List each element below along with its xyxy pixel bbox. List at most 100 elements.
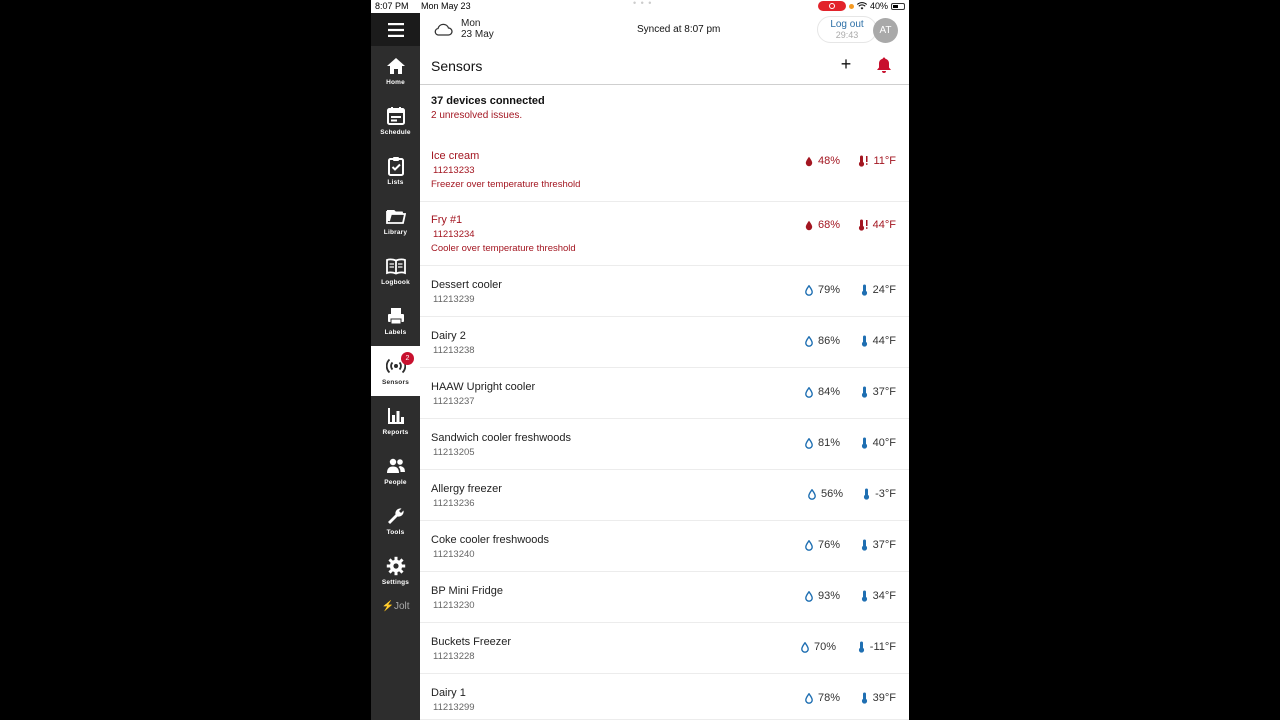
weather-day: Mon [461,18,481,29]
devices-connected: 37 devices connected [431,95,545,107]
sensor-row[interactable]: Dessert cooler 11213239 79% 24°F [420,266,909,317]
temperature-reading: -3°F [863,488,896,500]
folder-icon [385,210,406,224]
humidity-value: 79% [817,284,840,296]
unresolved-issues[interactable]: 2 unresolved issues. [431,110,545,121]
temperature-icon [858,641,864,653]
temperature-reading: 34°F [861,590,896,602]
multitask-dots-icon[interactable]: • • • [633,0,652,8]
humidity-reading: 56% [808,488,843,500]
temperature-icon [861,590,867,602]
humidity-value: 84% [817,386,840,398]
sidebar-item-label: Library [383,229,408,236]
temperature-value: 34°F [872,590,896,602]
add-sensor-button[interactable]: + [838,55,854,73]
sensor-row[interactable]: Ice cream 11213233 Freezer over temperatur… [420,138,909,202]
top-bar: Mon 23 May Synced at 8:07 pm Log out 29:… [420,13,909,48]
sidebar-item-label: Sensors [381,379,410,386]
temperature-value: -11°F [869,641,896,653]
sidebar-item-labels[interactable]: Labels [371,296,420,346]
printer-icon [387,308,404,325]
avatar[interactable]: AT [873,18,898,43]
sensor-row[interactable]: Buckets Freezer 11213228 70% -11°F [420,623,909,674]
sidebar-item-people[interactable]: People [371,446,420,496]
temperature-reading: 37°F [861,539,896,551]
sidebar-item-settings[interactable]: Settings [371,546,420,596]
sidebar-item-label: Labels [384,329,407,336]
logout-timer: 29:43 [835,30,859,40]
temperature-value: -3°F [875,488,896,500]
humidity-icon [805,590,813,602]
book-icon [385,258,406,275]
home-icon [386,58,405,74]
humidity-reading: 68% [805,219,840,231]
humidity-value: 86% [817,335,840,347]
humidity-value: 78% [817,692,840,704]
humidity-icon [805,692,813,704]
humidity-reading: 70% [801,641,836,653]
menu-button[interactable] [371,13,420,46]
sensor-name: BP Mini Fridge [431,585,503,597]
sensor-id: 11213237 [433,396,475,407]
sidebar-item-schedule[interactable]: Schedule [371,96,420,146]
battery-icon [891,2,905,10]
temperature-icon [861,437,867,449]
sensor-row[interactable]: Dairy 2 11213238 86% 44°F [420,317,909,368]
sensor-name: Dairy 2 [431,330,466,342]
page-header: Sensors + [420,48,909,85]
temperature-icon [863,488,870,500]
temperature-reading: 24°F [861,284,896,296]
temperature-icon [858,219,868,231]
sidebar-item-label: Settings [381,579,410,586]
sidebar-item-logbook[interactable]: Logbook [371,246,420,296]
temperature-icon [861,335,867,347]
sidebar-item-library[interactable]: Library [371,196,420,246]
wrench-icon [387,508,404,524]
calendar-icon [386,107,405,125]
humidity-icon [805,437,813,449]
sensor-row[interactable]: Sandwich cooler freshwoods 11213205 81% 40°… [420,419,909,470]
logout-button[interactable]: Log out 29:43 [817,16,877,43]
sidebar-item-tools[interactable]: Tools [371,496,420,546]
sidebar-item-label: Tools [386,529,405,536]
humidity-reading: 76% [805,539,840,551]
temperature-icon [861,692,867,704]
sidebar-item-home[interactable]: Home [371,46,420,96]
humidity-icon [805,386,813,398]
sensor-row[interactable]: Fry #1 11213234 Cooler over temperature th… [420,202,909,266]
weather-widget: Mon 23 May [433,18,494,40]
sidebar-item-lists[interactable]: Lists [371,146,420,196]
sensor-row[interactable]: Dairy 1 11213299 78% 39°F [420,674,909,720]
sensor-id: 11213233 [433,165,475,176]
status-date: Mon May 23 [421,1,471,11]
hamburger-icon [387,22,404,37]
humidity-icon [805,539,813,551]
sidebar-item-label: Reports [382,429,409,436]
humidity-reading: 81% [805,437,840,449]
humidity-reading: 84% [805,386,840,398]
sensor-row[interactable]: HAAW Upright cooler 11213237 84% 37°F [420,368,909,419]
sensor-name: Dessert cooler [431,279,502,291]
logout-label: Log out [830,19,864,30]
bell-icon [877,57,891,73]
people-icon [386,458,405,473]
screen-record-icon [817,1,846,11]
app-screen: 8:07 PM Mon May 23 • • • 40% Home Schedu… [371,0,909,720]
sidebar-item-sensors[interactable]: Sensors 2 [371,346,420,396]
sensor-row[interactable]: BP Mini Fridge 11213230 93% 34°F [420,572,909,623]
sensor-id: 11213239 [433,294,475,305]
sensor-name: HAAW Upright cooler [431,381,536,393]
notifications-button[interactable] [875,56,893,74]
sidebar-item-label: People [384,479,407,486]
sidebar: Home Schedule Lists Library Logbook Labe… [371,13,420,720]
sensor-name: Fry #1 [431,214,463,226]
sensor-row[interactable]: Allergy freezer 11213236 56% -3°F [420,470,909,521]
sensor-id: 11213234 [433,229,475,240]
page-title: Sensors [431,58,483,74]
sensor-alert: Cooler over temperature threshold [431,243,576,254]
humidity-icon [805,335,813,347]
sensors-badge: 2 [401,352,414,365]
sidebar-item-reports[interactable]: Reports [371,396,420,446]
sensor-id: 11213230 [433,600,475,611]
sensor-row[interactable]: Coke cooler freshwoods 11213240 76% 37°F [420,521,909,572]
